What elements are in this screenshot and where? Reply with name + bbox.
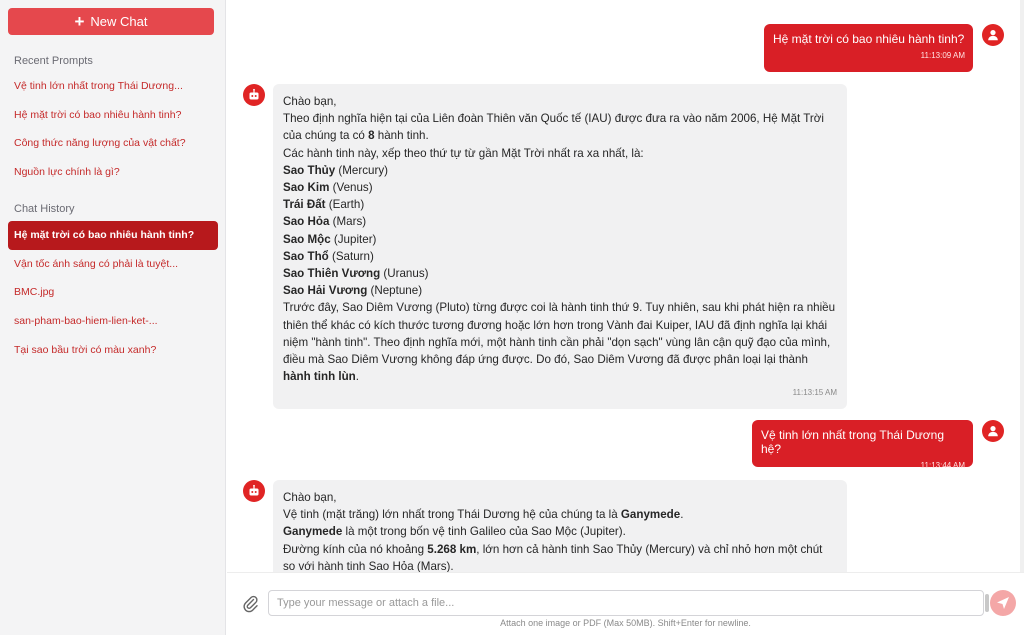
planet-item: Sao Hỏa (Mars) bbox=[283, 215, 367, 229]
bot-paragraph: Các hành tinh này, xếp theo thứ tự từ gầ… bbox=[283, 146, 644, 160]
planet-item: Sao Thủy (Mercury) bbox=[283, 163, 388, 177]
message-input-placeholder: Type your message or attach a file... bbox=[277, 597, 455, 609]
bot-avatar-icon bbox=[243, 84, 265, 106]
user-avatar-icon bbox=[982, 24, 1004, 46]
user-message-text: Vệ tinh lớn nhất trong Thái Dương hệ? bbox=[761, 428, 944, 456]
chat-history-item[interactable]: BMC.jpg bbox=[8, 278, 218, 307]
chat-history-item[interactable]: san-pham-bao-hiem-lien-ket-... bbox=[8, 307, 218, 336]
recent-prompts-list: Vệ tinh lớn nhất trong Thái Dương... Hệ … bbox=[8, 72, 218, 186]
planet-item: Sao Thổ (Saturn) bbox=[283, 249, 374, 263]
message-input[interactable]: Type your message or attach a file... bbox=[268, 590, 989, 616]
bot-paragraph: Đường kính của nó khoảng 5.268 km, lớn h… bbox=[283, 542, 823, 572]
user-message: Hệ mặt trời có bao nhiêu hành tinh? 11:1… bbox=[764, 24, 973, 72]
bot-message: Chào bạn, Theo định nghĩa hiện tại của L… bbox=[273, 84, 847, 409]
new-chat-label: New Chat bbox=[90, 14, 148, 29]
input-resize-handle[interactable] bbox=[985, 594, 989, 612]
bot-greeting: Chào bạn, bbox=[283, 95, 337, 108]
bot-message: Chào bạn, Vệ tinh (mặt trăng) lớn nhất t… bbox=[273, 480, 847, 572]
composer-hint: Attach one image or PDF (Max 50MB). Shif… bbox=[500, 618, 751, 628]
bot-paragraph: Trước đây, Sao Diêm Vương (Pluto) từng đ… bbox=[283, 301, 836, 384]
recent-prompts-title: Recent Prompts bbox=[14, 55, 93, 67]
plus-icon: + bbox=[74, 12, 85, 31]
bot-paragraph: Vệ tinh (mặt trăng) lớn nhất trong Thái … bbox=[283, 508, 684, 522]
chat-history-item[interactable]: Tại sao bầu trời có màu xanh? bbox=[8, 335, 218, 364]
user-message: Vệ tinh lớn nhất trong Thái Dương hệ? 11… bbox=[752, 420, 973, 470]
paperclip-icon[interactable] bbox=[241, 593, 259, 613]
bot-paragraph: Ganymede là một trong bốn vệ tinh Galile… bbox=[283, 525, 626, 539]
new-chat-button[interactable]: + New Chat bbox=[8, 8, 214, 35]
recent-prompt-item[interactable]: Vệ tinh lớn nhất trong Thái Dương... bbox=[8, 72, 218, 101]
bot-paragraph: Theo định nghĩa hiện tại của Liên đoàn T… bbox=[283, 112, 824, 143]
user-avatar-icon bbox=[982, 420, 1004, 442]
planet-item: Sao Mộc (Jupiter) bbox=[283, 232, 377, 246]
chat-history-item[interactable]: Vận tốc ánh sáng có phải là tuyệt... bbox=[8, 250, 218, 279]
message-time: 11:13:09 AM bbox=[920, 51, 965, 60]
send-button[interactable] bbox=[990, 590, 1016, 616]
planet-item: Sao Hải Vương (Neptune) bbox=[283, 284, 423, 298]
chat-history-title: Chat History bbox=[14, 203, 75, 215]
chat-history-list: Hệ mặt trời có bao nhiêu hành tinh? Vận … bbox=[8, 221, 218, 364]
bot-avatar-icon bbox=[243, 480, 265, 502]
user-message-text: Hệ mặt trời có bao nhiêu hành tinh? bbox=[773, 32, 965, 46]
planet-item: Trái Đất (Earth) bbox=[283, 198, 365, 212]
planet-item: Sao Kim (Venus) bbox=[283, 181, 373, 195]
message-time: 11:13:44 AM bbox=[920, 461, 965, 470]
bot-greeting: Chào bạn, bbox=[283, 491, 337, 504]
composer: Type your message or attach a file... At… bbox=[227, 572, 1024, 635]
sidebar: + New Chat Recent Prompts Vệ tinh lớn nh… bbox=[0, 0, 226, 635]
message-time: 11:13:15 AM bbox=[792, 388, 837, 398]
planet-item: Sao Thiên Vương (Uranus) bbox=[283, 267, 429, 281]
recent-prompt-item[interactable]: Nguồn lực chính là gì? bbox=[8, 158, 218, 187]
chat-scrollbar[interactable] bbox=[1020, 0, 1024, 572]
chat-history-item-active[interactable]: Hệ mặt trời có bao nhiêu hành tinh? bbox=[8, 221, 218, 250]
send-icon bbox=[997, 597, 1009, 609]
recent-prompt-item[interactable]: Công thức năng lượng của vật chất? bbox=[8, 129, 218, 158]
recent-prompt-item[interactable]: Hệ mặt trời có bao nhiêu hành tinh? bbox=[8, 101, 218, 130]
chat-area: Hệ mặt trời có bao nhiêu hành tinh? 11:1… bbox=[227, 0, 1024, 572]
app-window: + New Chat Recent Prompts Vệ tinh lớn nh… bbox=[0, 0, 1024, 635]
